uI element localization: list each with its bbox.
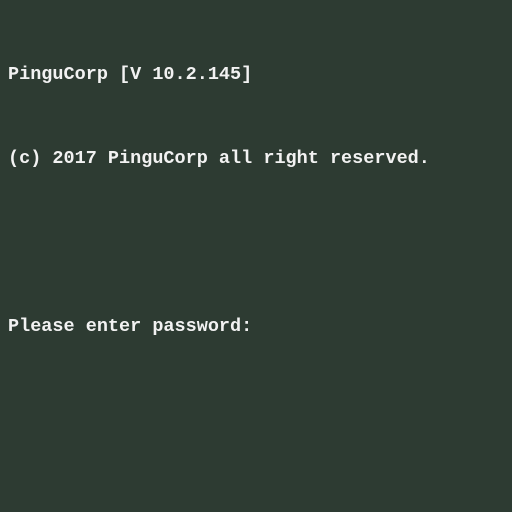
terminal-copyright-line: (c) 2017 PinguCorp all right reserved. — [8, 148, 430, 169]
password-prompt-row: Please enter password: — [8, 313, 512, 341]
terminal-window[interactable]: PinguCorp [V 10.2.145] (c) 2017 PinguCor… — [0, 0, 512, 512]
terminal-header-line: PinguCorp [V 10.2.145] — [8, 64, 253, 85]
password-prompt-label: Please enter password: — [8, 316, 253, 337]
password-input[interactable] — [252, 313, 464, 341]
